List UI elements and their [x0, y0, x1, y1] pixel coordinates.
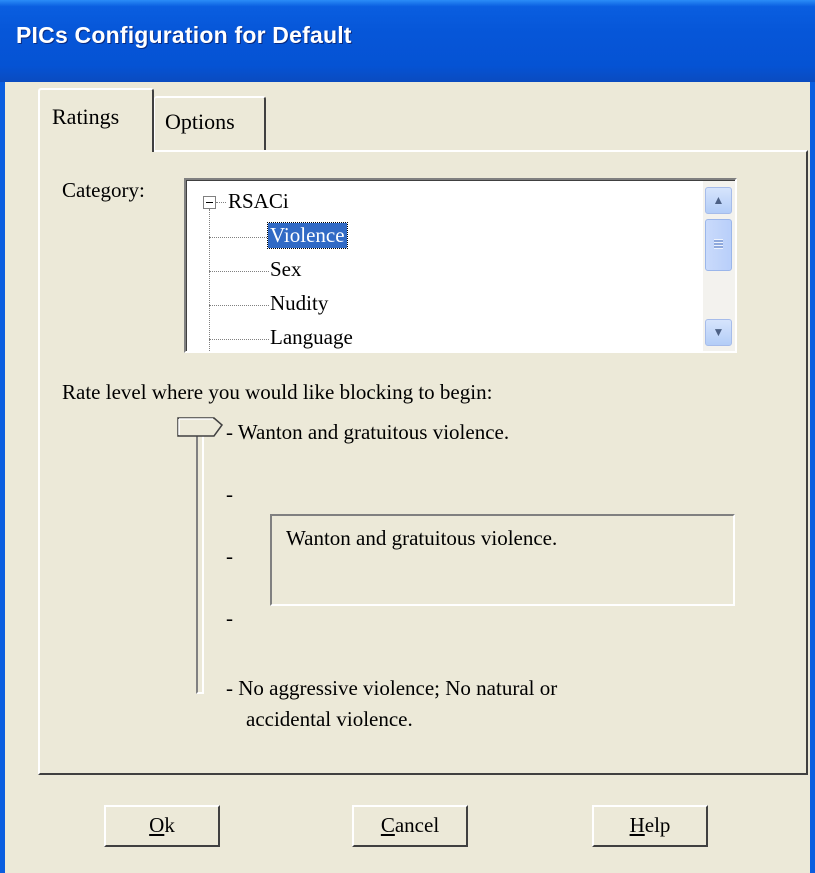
- collapse-icon[interactable]: [203, 196, 216, 209]
- scroll-down-icon[interactable]: ▼: [705, 319, 732, 346]
- tree-scrollbar[interactable]: ▲ ▼: [703, 181, 735, 351]
- level-label-bottom-cont: accidental violence.: [246, 707, 413, 731]
- tab-ratings[interactable]: Ratings: [38, 88, 154, 152]
- level-label-top: - Wanton and gratuitous violence.: [226, 420, 510, 444]
- tree-item-sex[interactable]: Sex: [270, 257, 302, 282]
- category-tree[interactable]: RSACi Violence Sex Nudity Language ▲ ▼: [184, 178, 737, 353]
- tab-options-label: Options: [165, 109, 235, 134]
- tree-connector: [216, 202, 226, 203]
- level-description-box: Wanton and gratuitous violence.: [270, 514, 735, 606]
- tree-connector: [209, 209, 210, 351]
- window-title: PICs Configuration for Default: [16, 22, 352, 48]
- tab-ratings-label: Ratings: [52, 104, 120, 129]
- title-bar[interactable]: PICs Configuration for Default: [0, 0, 815, 82]
- window-frame-left: [0, 82, 5, 873]
- tree-item-violence[interactable]: Violence: [267, 222, 348, 249]
- level-label-bottom: - No aggressive violence; No natural or: [226, 676, 558, 700]
- level-tick: -: [226, 544, 233, 568]
- tab-options[interactable]: Options: [154, 96, 266, 150]
- tree-item-language[interactable]: Language: [270, 325, 353, 350]
- rating-slider-thumb[interactable]: [176, 416, 224, 438]
- category-label: Category:: [62, 178, 145, 202]
- level-tick: -: [226, 606, 233, 630]
- scroll-thumb[interactable]: [705, 219, 732, 271]
- tree-root-rsaci[interactable]: RSACi: [228, 189, 289, 214]
- level-description: Wanton and gratuitous violence.: [286, 526, 558, 550]
- rating-slider-track[interactable]: [196, 427, 204, 694]
- tree-item-nudity[interactable]: Nudity: [270, 291, 328, 316]
- window-frame-right: [810, 82, 815, 873]
- help-button[interactable]: Help: [592, 805, 708, 847]
- rating-prompt: Rate level where you would like blocking…: [62, 380, 493, 404]
- cancel-button[interactable]: Cancel: [352, 805, 468, 847]
- level-tick: -: [226, 482, 233, 506]
- scroll-up-icon[interactable]: ▲: [705, 187, 732, 214]
- ok-button[interactable]: Ok: [104, 805, 220, 847]
